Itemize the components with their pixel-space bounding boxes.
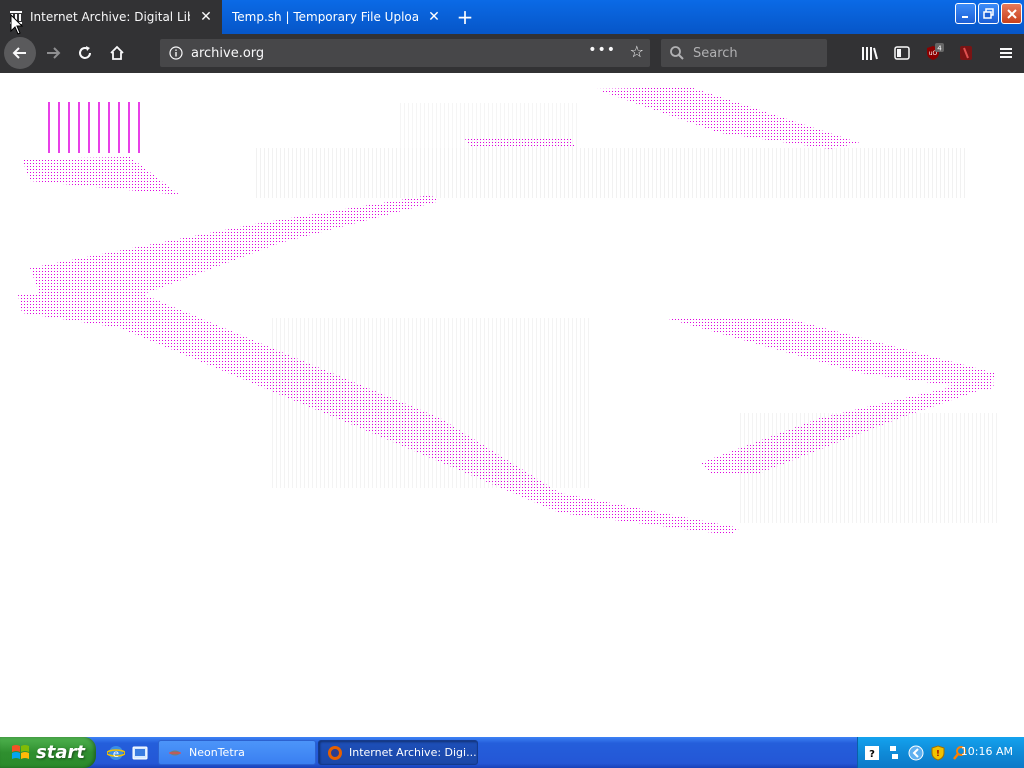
info-icon[interactable]: [168, 45, 184, 61]
tab-internet-archive[interactable]: Internet Archive: Digital Library of ✕: [0, 0, 222, 34]
window-controls: [955, 3, 1022, 24]
taskbar-item-neontetra[interactable]: NeonTetra: [158, 740, 316, 765]
neontetra-icon: [169, 750, 181, 755]
taskbar: start e NeonTetra Internet Archive: Digi…: [0, 737, 1024, 768]
ublock-shield-icon: uO4: [927, 43, 944, 60]
show-desktop-icon[interactable]: [131, 744, 149, 762]
dotted-streak: [30, 195, 440, 303]
reload-button[interactable]: [70, 38, 100, 68]
dotted-streak: [665, 318, 995, 391]
search-placeholder: Search: [693, 45, 738, 61]
menu-button[interactable]: [992, 39, 1020, 67]
svg-text:!: !: [936, 749, 940, 758]
minimize-button[interactable]: [955, 3, 976, 24]
taskbar-item-label: NeonTetra: [189, 746, 245, 759]
svg-text:?: ?: [869, 749, 875, 760]
rendering-artifact: [18, 87, 1000, 535]
sidebar-button[interactable]: [888, 39, 916, 67]
bookmark-star-icon[interactable]: ☆: [630, 42, 644, 61]
restore-button[interactable]: [978, 3, 999, 24]
url-text[interactable]: archive.org: [191, 46, 264, 61]
internet-explorer-icon[interactable]: e: [107, 744, 125, 762]
extension-button[interactable]: [952, 39, 980, 67]
taskbar-item-label: Internet Archive: Digi...: [349, 746, 477, 759]
firefox-icon: [328, 745, 342, 760]
close-icon[interactable]: ✕: [198, 9, 214, 25]
windows-flag-icon: [12, 744, 29, 759]
page-content[interactable]: [0, 73, 1024, 737]
network-icon[interactable]: [886, 745, 902, 761]
addon-badge: 4: [937, 45, 942, 53]
dotted-streak: [22, 157, 180, 195]
reload-icon: [79, 46, 91, 59]
tray-collapse-icon[interactable]: [908, 745, 924, 761]
start-button[interactable]: start: [0, 737, 96, 768]
back-button[interactable]: [4, 37, 36, 69]
help-icon[interactable]: ?: [864, 745, 880, 761]
home-icon: [110, 45, 124, 60]
forward-arrow-icon: [47, 47, 61, 59]
search-input[interactable]: Search: [661, 39, 827, 67]
sidebar-icon: [894, 46, 910, 60]
navigation-toolbar: archive.org ••• ☆ Search uO 4: [0, 34, 1024, 73]
magenta-bars: [48, 102, 140, 153]
search-icon: [670, 46, 684, 60]
dotted-streak: [595, 87, 860, 149]
start-label: start: [36, 742, 85, 763]
hamburger-menu-icon: [1000, 48, 1012, 58]
tab-temp-sh[interactable]: Temp.sh | Temporary File Upload ✕: [222, 0, 450, 34]
home-button[interactable]: [102, 38, 132, 68]
ublock-button[interactable]: uO 4: [920, 39, 948, 67]
close-icon[interactable]: ✕: [426, 9, 442, 25]
taskbar-item-internet-archive[interactable]: Internet Archive: Digi...: [318, 740, 478, 765]
back-arrow-icon: [12, 47, 26, 59]
address-bar[interactable]: archive.org ••• ☆: [160, 39, 650, 67]
window-close-button[interactable]: [1001, 3, 1022, 24]
security-shield-icon[interactable]: !: [930, 744, 946, 761]
svg-text:e: e: [113, 749, 119, 760]
tab-title: Internet Archive: Digital Library of: [30, 10, 190, 24]
tab-strip: Internet Archive: Digital Library of ✕ T…: [0, 0, 1024, 34]
forward-button[interactable]: [38, 38, 68, 68]
library-button[interactable]: [856, 39, 884, 67]
extension-icon: [960, 46, 972, 60]
clock[interactable]: 10:16 AM: [961, 745, 1013, 758]
new-tab-button[interactable]: +: [452, 4, 478, 30]
tab-title: Temp.sh | Temporary File Upload: [232, 10, 418, 24]
page-actions-button[interactable]: •••: [588, 42, 616, 58]
library-icon: [862, 47, 878, 60]
system-tray: ? ! 10:16 AM: [857, 737, 1024, 768]
mouse-cursor-icon: [10, 14, 24, 35]
